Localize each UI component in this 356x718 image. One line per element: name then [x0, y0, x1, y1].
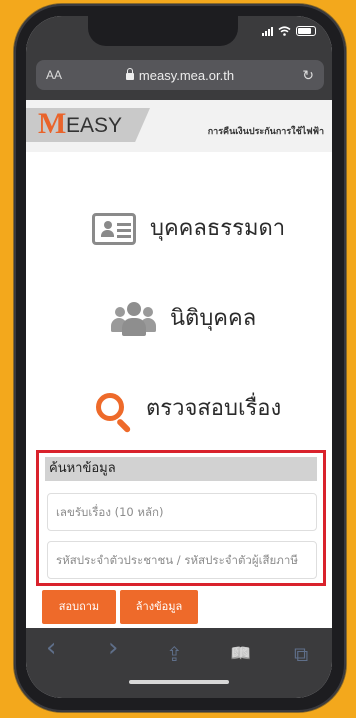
logo-text[interactable]: EASY: [66, 114, 122, 138]
status-icons: [262, 26, 316, 36]
forward-icon[interactable]: ›: [108, 635, 118, 661]
menu-juristic-label: นิติบุคคล: [170, 306, 257, 331]
search-icon: [96, 393, 136, 434]
clear-button[interactable]: ล้างข้อมูล: [120, 590, 198, 624]
search-panel: ค้นหาข้อมูล เลขรับเรื่อง (10 หลัก) รหัสป…: [36, 450, 326, 586]
request-number-placeholder: เลขรับเรื่อง (10 หลัก): [56, 505, 164, 519]
battery-icon: [296, 26, 316, 36]
search-button[interactable]: สอบถาม: [42, 590, 116, 624]
id-number-placeholder: รหัสประจำตัวประชาชน / รหัสประจำตัวผู้เสี…: [56, 553, 298, 567]
site-header: M EASY การคืนเงินประกันการใช้ไฟฟ้า: [26, 100, 332, 152]
url-text[interactable]: measy.mea.or.th: [36, 67, 324, 83]
share-icon[interactable]: ⇪: [166, 644, 183, 664]
search-panel-title: ค้นหาข้อมูล: [45, 457, 317, 481]
wifi-icon: [278, 26, 291, 36]
header-tagline: การคืนเงินประกันการใช้ไฟฟ้า: [207, 127, 324, 137]
bookmarks-icon[interactable]: 📖: [230, 644, 251, 664]
notch: [88, 16, 238, 46]
page-content: M EASY การคืนเงินประกันการใช้ไฟฟ้า บุคคล…: [26, 100, 332, 628]
home-indicator: [129, 680, 229, 684]
request-number-input[interactable]: เลขรับเรื่อง (10 หลัก): [47, 493, 317, 531]
address-bar[interactable]: AA measy.mea.or.th ↻: [36, 60, 324, 90]
menu-individual-label: บุคคลธรรมดา: [150, 216, 286, 241]
menu-juristic-person[interactable]: นิติบุคคล: [26, 294, 332, 344]
signal-icon: [262, 26, 273, 36]
menu-individual[interactable]: บุคคลธรรมดา: [26, 204, 332, 254]
status-time: [48, 26, 78, 38]
menu-check-status[interactable]: ตรวจสอบเรื่อง: [26, 384, 332, 434]
menu-check-status-label: ตรวจสอบเรื่อง: [146, 396, 282, 421]
phone-screen: AA measy.mea.or.th ↻ M EASY การคืนเงินปร…: [26, 16, 332, 698]
lock-icon: [125, 67, 134, 80]
group-people-icon: [110, 302, 158, 338]
back-icon[interactable]: ‹: [46, 635, 56, 661]
reload-icon[interactable]: ↻: [302, 67, 314, 84]
tabs-icon[interactable]: ⧉: [294, 644, 308, 664]
id-card-icon: [92, 213, 136, 245]
url-label: measy.mea.or.th: [138, 67, 235, 83]
id-number-input[interactable]: รหัสประจำตัวประชาชน / รหัสประจำตัวผู้เสี…: [47, 541, 317, 579]
logo-m-mark: M: [38, 107, 67, 140]
browser-toolbar: ‹ › ⇪ 📖 ⧉: [26, 628, 332, 698]
